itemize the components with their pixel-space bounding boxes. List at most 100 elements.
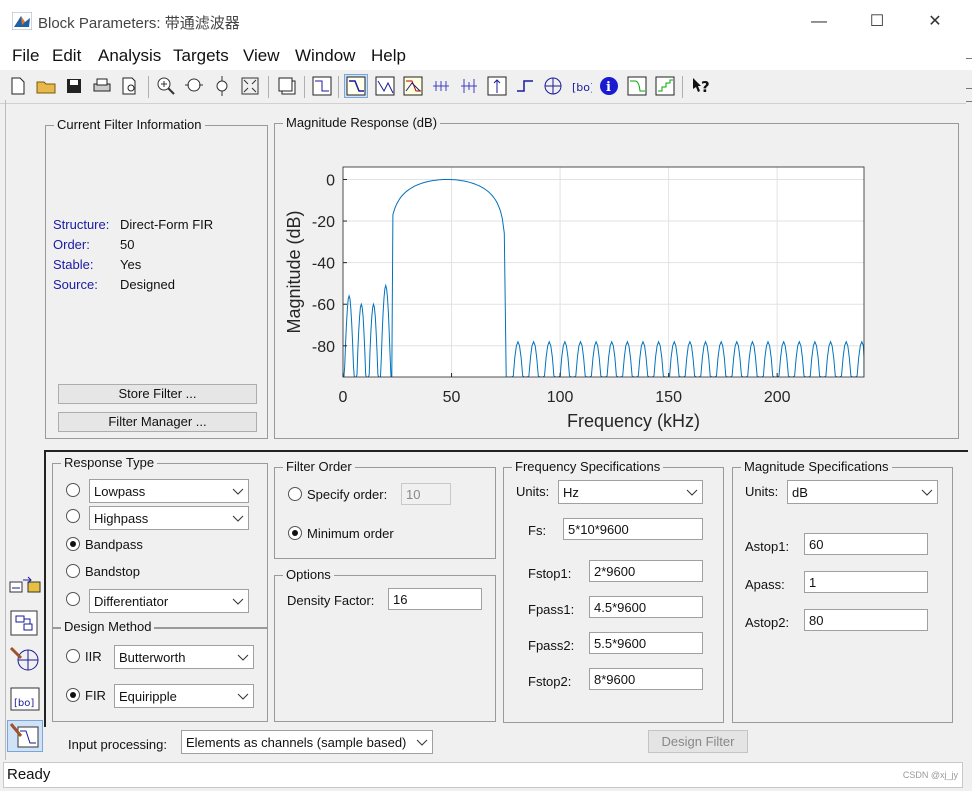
panel-legend: Frequency Specifications: [512, 459, 664, 474]
pole-zero-icon[interactable]: [542, 75, 564, 97]
step-response-icon[interactable]: [514, 75, 536, 97]
minimum-order-radio[interactable]: [288, 526, 302, 540]
menu-file[interactable]: File: [12, 46, 39, 66]
zoom-y-icon[interactable]: [211, 75, 233, 97]
minimize-button[interactable]: —: [796, 8, 842, 36]
bandstop-radio[interactable]: [66, 564, 80, 578]
mag-units-label: Units:: [745, 484, 779, 499]
phase-delay-icon[interactable]: [458, 75, 480, 97]
whats-this-help-icon[interactable]: ?: [690, 75, 712, 97]
close-button[interactable]: ✕: [912, 8, 958, 36]
full-view-icon[interactable]: [239, 75, 261, 97]
astop1-input[interactable]: 60: [804, 533, 928, 555]
menu-view[interactable]: View: [243, 46, 280, 66]
y-axis-label: Magnitude (dB): [284, 210, 304, 333]
bandpass-radio[interactable]: [66, 537, 80, 551]
zoom-x-icon[interactable]: [183, 75, 205, 97]
lowpass-select[interactable]: Lowpass: [89, 479, 249, 503]
apass-label: Apass:: [745, 577, 785, 592]
chevron-down-icon: [232, 515, 244, 522]
coefficients-icon[interactable]: [bo]: [570, 75, 592, 97]
zoom-in-icon[interactable]: [155, 75, 177, 97]
astop2-input[interactable]: 80: [804, 609, 928, 631]
fstop2-input[interactable]: 8*9600: [589, 668, 703, 690]
apass-input[interactable]: 1: [804, 571, 928, 593]
x-tick-label: 200: [764, 389, 791, 406]
print-preview-icon[interactable]: [119, 75, 141, 97]
panel-legend: Magnitude Specifications: [741, 459, 892, 474]
specify-order-input[interactable]: 10: [401, 483, 451, 505]
magnitude-estimate-icon[interactable]: [626, 75, 648, 97]
print-icon[interactable]: [91, 75, 113, 97]
chevron-down-icon: [237, 654, 249, 661]
menu-analysis[interactable]: Analysis: [98, 46, 161, 66]
structure-value: Direct-Form FIR: [120, 217, 214, 232]
group-delay-icon[interactable]: [430, 75, 452, 97]
density-factor-input[interactable]: 16: [388, 588, 482, 610]
chevron-down-icon: [921, 489, 933, 496]
fir-method-select[interactable]: Equiripple: [114, 684, 254, 708]
mag-phase-icon[interactable]: [402, 75, 424, 97]
menu-window[interactable]: Window: [295, 46, 355, 66]
phase-response-icon[interactable]: [374, 75, 396, 97]
mag-units-select[interactable]: dB: [787, 480, 938, 504]
realize-model-icon[interactable]: [8, 608, 42, 638]
fpass1-label: Fpass1:: [528, 602, 575, 617]
impulse-response-icon[interactable]: [486, 75, 508, 97]
menu-help[interactable]: Help: [371, 46, 406, 66]
x-tick-label: 150: [655, 389, 682, 406]
highpass-select[interactable]: Highpass: [89, 506, 249, 530]
status-text: Ready: [7, 766, 51, 783]
panel-legend: Magnitude Response (dB): [283, 115, 441, 130]
info-icon[interactable]: i: [598, 75, 620, 97]
new-icon[interactable]: [7, 75, 29, 97]
magnitude-response-icon[interactable]: [344, 74, 368, 98]
design-filter-button[interactable]: Design Filter: [648, 730, 748, 753]
pole-zero-editor-icon[interactable]: [8, 645, 42, 675]
astop2-label: Astop2:: [745, 615, 790, 630]
iir-method-select[interactable]: Butterworth: [114, 645, 254, 669]
iir-radio[interactable]: [66, 649, 80, 663]
fpass2-input[interactable]: 5.5*9600: [589, 632, 703, 654]
differentiator-select[interactable]: Differentiator: [89, 589, 249, 613]
minimum-order-label: Minimum order: [307, 526, 394, 541]
freq-units-select[interactable]: Hz: [558, 480, 703, 504]
fpass1-input[interactable]: 4.5*9600: [589, 596, 703, 618]
specify-order-radio[interactable]: [288, 487, 302, 501]
edge-line: [966, 58, 972, 59]
magnitude-specs-panel: Magnitude Specifications: [732, 459, 953, 723]
maximize-button[interactable]: ☐: [854, 8, 900, 36]
differentiator-radio[interactable]: [66, 592, 80, 606]
fstop1-input[interactable]: 2*9600: [589, 560, 703, 582]
fs-input[interactable]: 5*10*9600: [563, 518, 703, 540]
panel-legend: Options: [283, 567, 334, 582]
toolbar: [bo] i ?: [0, 70, 966, 104]
menu-edit[interactable]: Edit: [52, 46, 81, 66]
lowpass-radio[interactable]: [66, 483, 80, 497]
save-icon[interactable]: [63, 75, 85, 97]
fs-label: Fs:: [528, 523, 547, 538]
highpass-radio[interactable]: [66, 509, 80, 523]
design-filter-mode-icon[interactable]: [7, 720, 43, 752]
filter-manager-button[interactable]: Filter Manager ...: [58, 412, 257, 432]
input-processing-select[interactable]: Elements as channels (sample based): [181, 730, 433, 754]
fstop1-label: Fstop1:: [528, 566, 572, 581]
svg-text:i: i: [606, 80, 611, 95]
round-off-noise-icon[interactable]: [654, 75, 676, 97]
transform-filter-icon[interactable]: [8, 572, 42, 602]
new-window-icon[interactable]: [276, 75, 298, 97]
chevron-down-icon: [237, 693, 249, 700]
density-factor-label: Density Factor:: [287, 593, 375, 608]
fir-radio[interactable]: [66, 688, 80, 702]
filter-specs-icon[interactable]: [311, 75, 333, 97]
structure-label: Structure:: [53, 217, 110, 232]
store-filter-button[interactable]: Store Filter ...: [58, 384, 257, 404]
panel-legend: Current Filter Information: [54, 117, 205, 132]
window-title: Block Parameters: 带通滤波器: [38, 15, 240, 32]
x-tick-label: 100: [547, 389, 574, 406]
menu-targets[interactable]: Targets: [173, 46, 229, 66]
panel-legend: Design Method: [61, 619, 155, 634]
iir-label: IIR: [85, 649, 102, 664]
open-folder-icon[interactable]: [35, 75, 57, 97]
import-filter-icon[interactable]: [bo]: [8, 684, 42, 714]
